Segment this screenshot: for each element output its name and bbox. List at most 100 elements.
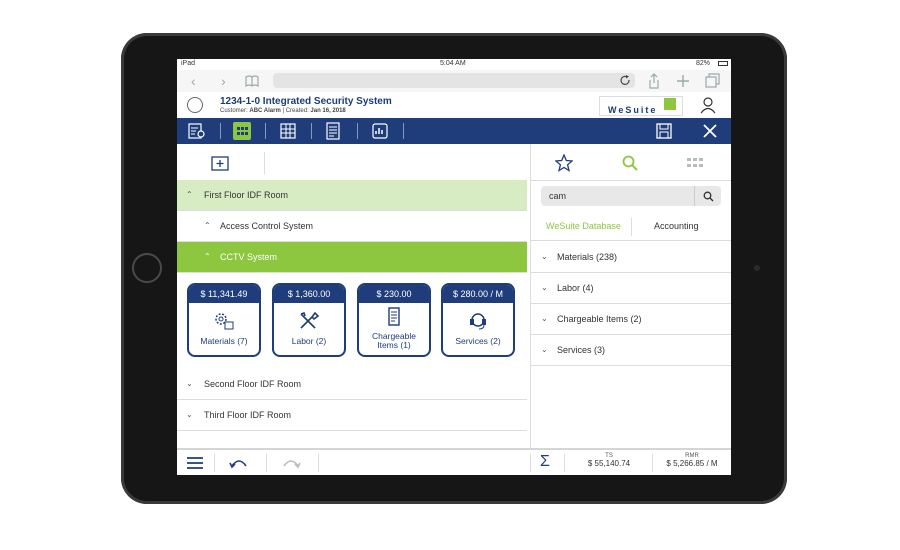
rmr-total: RMR $ 5,266.85 / M bbox=[659, 453, 725, 468]
chevron-down-icon[interactable]: ⌄ bbox=[541, 314, 548, 323]
tabs-icon[interactable] bbox=[705, 73, 720, 88]
source-tabs: WeSuite Database Accounting bbox=[531, 212, 731, 241]
star-icon[interactable] bbox=[555, 154, 573, 172]
receipt-icon bbox=[388, 307, 400, 326]
save-icon[interactable] bbox=[655, 122, 673, 140]
card-label: Services (2) bbox=[455, 336, 501, 346]
add-item-icon[interactable] bbox=[211, 155, 229, 171]
grid-view-icon[interactable] bbox=[233, 122, 251, 140]
divider bbox=[564, 454, 565, 472]
tab-wesuite-database[interactable]: WeSuite Database bbox=[546, 221, 621, 231]
divider bbox=[264, 152, 265, 174]
close-icon[interactable] bbox=[701, 122, 719, 140]
reload-icon[interactable] bbox=[620, 75, 631, 86]
tree-row-label: CCTV System bbox=[220, 252, 278, 262]
card-label: Items (1) bbox=[377, 340, 411, 350]
share-icon[interactable] bbox=[647, 73, 661, 89]
tree-row-third-floor[interactable]: ⌄ Third Floor IDF Room bbox=[177, 400, 527, 431]
result-row-materials[interactable]: ⌄ Materials (238) bbox=[531, 242, 731, 273]
user-icon[interactable] bbox=[699, 96, 717, 114]
table-view-icon[interactable] bbox=[279, 122, 297, 140]
tree-row-cctv[interactable]: ⌃ CCTV System bbox=[177, 242, 527, 273]
result-row-services[interactable]: ⌄ Services (3) bbox=[531, 335, 731, 366]
page-title: 1234-1-0 Integrated Security System bbox=[220, 96, 392, 107]
toolbar-divider bbox=[403, 123, 404, 139]
sum-icon[interactable]: Σ bbox=[540, 453, 550, 471]
tree-row-label: Access Control System bbox=[220, 221, 314, 231]
divider bbox=[266, 454, 267, 472]
logo-text: WeSuite bbox=[608, 105, 658, 115]
tree-row-access-control[interactable]: ⌃ Access Control System bbox=[177, 211, 527, 242]
card-price: $ 11,341.49 bbox=[189, 285, 259, 303]
clock: 5:04 AM bbox=[440, 60, 466, 67]
divider bbox=[530, 454, 531, 472]
screen: iPad 5:04 AM 82% ‹ › 1234-1-0 Integrated… bbox=[177, 59, 731, 475]
tab-accounting[interactable]: Accounting bbox=[654, 221, 699, 231]
chevron-up-icon[interactable]: ⌃ bbox=[204, 252, 211, 261]
customer-name: ABC Alarm bbox=[249, 108, 281, 114]
home-button[interactable] bbox=[132, 253, 162, 283]
toolbar-divider bbox=[311, 123, 312, 139]
logo-mark bbox=[664, 98, 676, 110]
tree-row-second-floor[interactable]: ⌄ Second Floor IDF Room bbox=[177, 369, 527, 400]
result-row-labor[interactable]: ⌄ Labor (4) bbox=[531, 273, 731, 304]
search-button[interactable] bbox=[694, 186, 721, 206]
menu-icon[interactable] bbox=[185, 454, 205, 472]
document-list-icon[interactable] bbox=[324, 122, 342, 140]
undo-icon[interactable] bbox=[229, 454, 249, 472]
chevron-down-icon[interactable]: ⌄ bbox=[186, 410, 193, 419]
catalog-panel: WeSuite Database Accounting ⌄ Materials … bbox=[530, 144, 731, 448]
url-field[interactable] bbox=[273, 73, 635, 88]
grid-icon[interactable] bbox=[686, 154, 704, 172]
divider bbox=[318, 454, 319, 472]
search-document-icon[interactable] bbox=[188, 122, 206, 140]
search-input[interactable] bbox=[549, 189, 689, 203]
page-subtitle: Customer: ABC Alarm | Created: Jan 16, 2… bbox=[220, 108, 346, 114]
bookmarks-icon[interactable] bbox=[245, 75, 259, 87]
chevron-up-icon[interactable]: ⌃ bbox=[186, 190, 193, 199]
created-label: Created: bbox=[285, 108, 309, 114]
tree-row-label: Second Floor IDF Room bbox=[204, 379, 302, 389]
result-row-chargeable[interactable]: ⌄ Chargeable Items (2) bbox=[531, 304, 731, 335]
materials-icon bbox=[215, 313, 234, 330]
search-icon bbox=[703, 191, 714, 202]
headset-icon bbox=[470, 313, 486, 330]
tree-row-label: First Floor IDF Room bbox=[204, 190, 289, 200]
back-icon[interactable]: ‹ bbox=[191, 73, 196, 89]
rmr-value: $ 5,266.85 / M bbox=[666, 459, 718, 468]
chevron-down-icon[interactable]: ⌄ bbox=[186, 379, 193, 388]
ts-total: TS $ 55,140.74 bbox=[581, 453, 637, 468]
card-label: Labor (2) bbox=[291, 336, 327, 346]
divider bbox=[631, 218, 632, 236]
divider bbox=[214, 454, 215, 472]
card-price: $ 230.00 bbox=[359, 285, 429, 303]
toolbar-divider bbox=[265, 123, 266, 139]
card-price: $ 1,360.00 bbox=[274, 285, 344, 303]
result-label: Materials (238) bbox=[557, 252, 618, 262]
document-icon[interactable] bbox=[187, 97, 203, 113]
chevron-down-icon[interactable]: ⌄ bbox=[541, 345, 548, 354]
search-icon[interactable] bbox=[621, 154, 639, 172]
materials-card[interactable]: $ 11,341.49 Materials (7) bbox=[187, 283, 261, 357]
forward-icon[interactable]: › bbox=[221, 73, 226, 89]
chevron-down-icon[interactable]: ⌄ bbox=[541, 252, 548, 261]
estimate-tree-panel: ⌃ First Floor IDF Room ⌃ Access Control … bbox=[177, 144, 527, 448]
category-cards: $ 11,341.49 Materials (7) $ 1,360.00 Lab… bbox=[177, 274, 527, 358]
result-label: Services (3) bbox=[557, 345, 606, 355]
services-card[interactable]: $ 280.00 / M Services (2) bbox=[441, 283, 515, 357]
new-tab-icon[interactable] bbox=[676, 74, 690, 88]
tree-row-label: Third Floor IDF Room bbox=[204, 410, 292, 420]
labor-card[interactable]: $ 1,360.00 Labor (2) bbox=[272, 283, 346, 357]
report-icon[interactable] bbox=[371, 122, 389, 140]
divider bbox=[652, 454, 653, 472]
redo-icon[interactable] bbox=[281, 454, 301, 472]
chevron-down-icon[interactable]: ⌄ bbox=[541, 283, 548, 292]
customer-label: Customer: bbox=[220, 108, 248, 114]
tree-row-first-floor[interactable]: ⌃ First Floor IDF Room bbox=[177, 180, 527, 211]
chevron-up-icon[interactable]: ⌃ bbox=[204, 221, 211, 230]
chargeable-items-card[interactable]: $ 230.00 Chargeable Items (1) bbox=[357, 283, 431, 357]
catalog-tabs bbox=[531, 144, 731, 181]
battery-icon bbox=[718, 61, 728, 66]
app-header: 1234-1-0 Integrated Security System Cust… bbox=[177, 92, 731, 118]
camera bbox=[754, 265, 760, 271]
